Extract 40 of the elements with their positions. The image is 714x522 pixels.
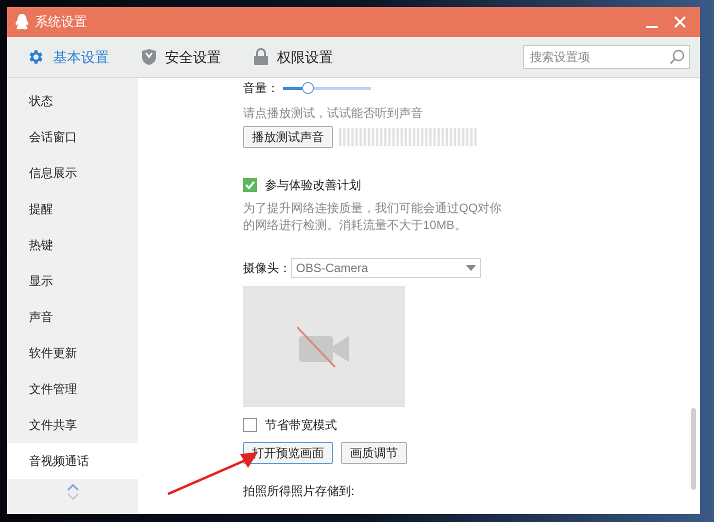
- penguin-icon: [15, 14, 29, 30]
- camera-label: 摄像头：: [243, 260, 291, 277]
- play-test-button[interactable]: 播放测试声音: [243, 126, 333, 148]
- bandwidth-label: 节省带宽模式: [265, 417, 337, 434]
- lock-icon: [253, 48, 269, 66]
- sidebar-item[interactable]: 显示: [7, 263, 138, 299]
- test-hint: 请点播放测试，试试能否听到声音: [243, 105, 424, 122]
- bandwidth-checkbox[interactable]: [243, 418, 257, 432]
- sidebar-item[interactable]: 声音: [7, 299, 138, 335]
- sidebar-item[interactable]: 文件管理: [7, 371, 138, 407]
- settings-tab[interactable]: 权限设置: [253, 46, 333, 68]
- search-field[interactable]: 搜索设置项: [523, 45, 690, 69]
- camera-dropdown[interactable]: OBS-Camera: [291, 258, 481, 278]
- settings-tab[interactable]: 基本设置: [27, 46, 109, 68]
- sidebar-item[interactable]: 热键: [7, 227, 138, 263]
- search-icon: [669, 49, 685, 65]
- volume-label: 音量：: [243, 80, 279, 97]
- scrollbar-thumb[interactable]: [691, 408, 696, 490]
- settings-tab[interactable]: 安全设置: [141, 46, 221, 68]
- scroll-down-icon[interactable]: [66, 493, 78, 501]
- shield-icon: [141, 48, 157, 66]
- close-icon: [674, 16, 686, 28]
- sidebar-item[interactable]: 状态: [7, 83, 138, 119]
- improve-label: 参与体验改善计划: [265, 177, 361, 194]
- improve-note: 为了提升网络连接质量，我们可能会通过QQ对你的网络进行检测。消耗流量不大于10MB。: [243, 200, 503, 234]
- sidebar-item[interactable]: 软件更新: [7, 335, 138, 371]
- sidebar-item[interactable]: 会话窗口: [7, 119, 138, 155]
- photo-save-label: 拍照所得照片存储到:: [243, 483, 356, 500]
- sidebar-item[interactable]: 信息展示: [7, 155, 138, 191]
- camera-off-icon: [297, 326, 351, 368]
- sidebar-item[interactable]: 文件共享: [7, 407, 138, 443]
- sidebar-item[interactable]: 音视频通话: [7, 443, 138, 479]
- sidebar-item[interactable]: 提醒: [7, 191, 138, 227]
- dropdown-caret-icon: [466, 265, 476, 271]
- improve-checkbox[interactable]: [243, 178, 257, 192]
- window-title: 系统设置: [35, 13, 87, 32]
- volume-slider[interactable]: [283, 82, 371, 94]
- action-button[interactable]: 画质调节: [341, 442, 407, 464]
- gear-icon: [27, 48, 45, 66]
- scroll-up-icon[interactable]: [66, 483, 78, 491]
